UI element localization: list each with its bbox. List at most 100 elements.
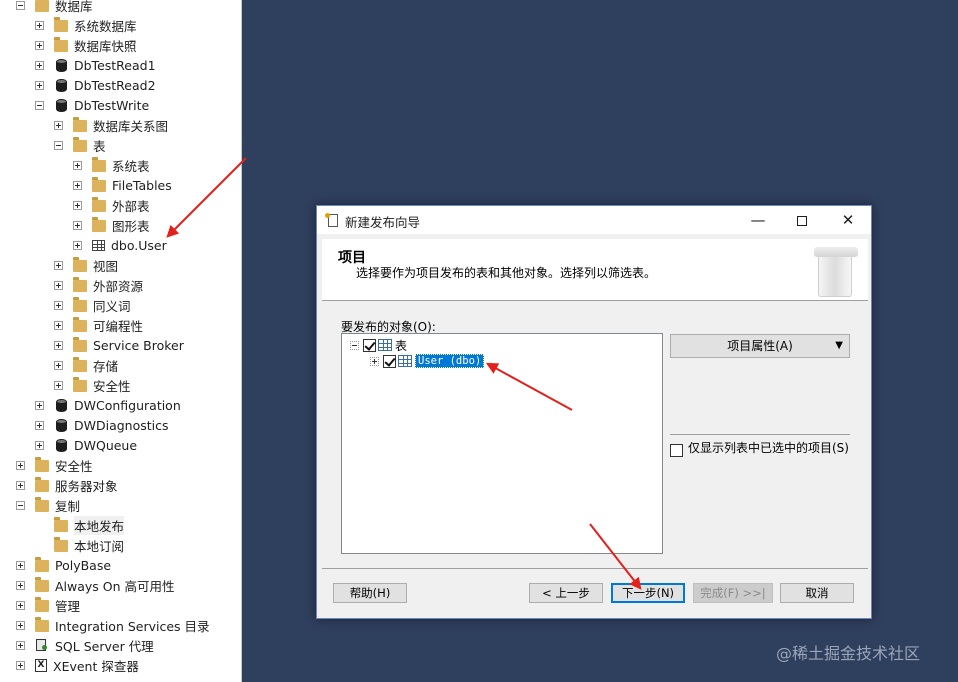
expand-icon[interactable] [370, 356, 379, 366]
publish-checkbox[interactable] [383, 354, 396, 368]
folder-icon [35, 457, 49, 472]
expand-icon[interactable] [16, 620, 25, 630]
tree-node-label: DWQueue [74, 437, 138, 453]
expand-icon[interactable] [54, 360, 63, 370]
article-properties-button[interactable]: 项目属性(A) ▼ [670, 334, 850, 358]
tree-node[interactable]: 表 [54, 135, 106, 155]
tree-node[interactable]: 数据库关系图 [54, 115, 168, 135]
expand-icon[interactable] [54, 380, 63, 390]
tree-node[interactable]: 同义词 [54, 295, 131, 315]
collapse-icon[interactable] [350, 340, 359, 350]
tree-node[interactable]: 复制 [16, 495, 80, 515]
tree-node[interactable]: FileTables [73, 175, 172, 195]
tree-node[interactable]: 系统数据库 [35, 15, 137, 35]
object-tree-node[interactable]: 表 [350, 337, 407, 353]
expand-icon[interactable] [16, 560, 25, 570]
expand-icon[interactable] [35, 60, 44, 70]
tree-node[interactable]: 可编程性 [54, 315, 143, 335]
expand-icon[interactable] [35, 20, 44, 30]
maximize-button[interactable] [779, 206, 825, 234]
tree-node[interactable]: 数据库 [16, 0, 93, 15]
tree-node[interactable]: DbTestRead1 [35, 55, 156, 75]
expand-icon[interactable] [73, 160, 82, 170]
database-icon [56, 398, 67, 412]
expand-icon[interactable] [73, 200, 82, 210]
expand-icon[interactable] [54, 260, 63, 270]
collapse-icon[interactable] [54, 140, 63, 150]
tree-node[interactable]: 安全性 [16, 455, 93, 475]
tree-node[interactable]: 外部资源 [54, 275, 143, 295]
tree-node[interactable]: 服务器对象 [16, 475, 118, 495]
tree-node[interactable]: 外部表 [73, 195, 150, 215]
tree-node[interactable]: 管理 [16, 595, 80, 615]
tree-node[interactable]: DWQueue [35, 435, 137, 455]
cancel-button[interactable]: 取消 [780, 583, 854, 603]
objects-to-publish-tree[interactable]: 表 User (dbo) [341, 333, 663, 554]
expand-icon[interactable] [35, 400, 44, 410]
table-icon [398, 355, 412, 367]
tree-node[interactable]: 存储 [54, 355, 118, 375]
collapse-icon[interactable] [16, 500, 25, 510]
expand-icon[interactable] [35, 40, 44, 50]
folder-icon [73, 257, 87, 272]
tree-node-label: 外部资源 [93, 278, 144, 294]
tree-node[interactable]: 安全性 [54, 375, 131, 395]
expand-icon[interactable] [54, 300, 63, 310]
expand-icon[interactable] [16, 460, 25, 470]
tree-node[interactable]: 本地订阅 [35, 535, 124, 555]
expand-icon[interactable] [73, 220, 82, 230]
folder-icon [73, 337, 87, 352]
collapse-icon[interactable] [35, 100, 44, 110]
tree-node[interactable]: 数据库快照 [35, 35, 137, 55]
folder-icon [73, 117, 87, 132]
expand-icon[interactable] [16, 640, 25, 650]
expand-icon[interactable] [35, 420, 44, 430]
tree-node[interactable]: 本地发布 [35, 515, 125, 535]
help-button[interactable]: 帮助(H) [333, 583, 407, 603]
close-button[interactable]: ✕ [825, 206, 871, 234]
expand-icon[interactable] [35, 80, 44, 90]
expand-icon[interactable] [16, 600, 25, 610]
expand-icon[interactable] [54, 340, 63, 350]
tree-node-label: 数据库关系图 [93, 118, 169, 134]
expand-icon[interactable] [16, 480, 25, 490]
expand-icon[interactable] [73, 180, 82, 190]
tree-node[interactable]: Always On 高可用性 [16, 575, 175, 595]
wizard-icon [325, 213, 339, 227]
tree-node[interactable]: Service Broker [54, 335, 184, 355]
minimize-button[interactable]: — [735, 206, 781, 234]
publish-checkbox[interactable] [363, 338, 376, 352]
only-show-checked-checkbox[interactable] [670, 444, 683, 457]
expand-icon[interactable] [16, 660, 25, 670]
table-icon [378, 339, 392, 351]
tree-node[interactable]: X XEvent 探查器 [16, 655, 139, 675]
expand-icon[interactable] [54, 320, 63, 330]
tree-node[interactable]: dbo.User [73, 235, 167, 255]
finish-button: 完成(F) >>| [693, 583, 773, 603]
database-icon [56, 98, 67, 112]
tree-node[interactable]: DWDiagnostics [35, 415, 169, 435]
folder-icon [92, 177, 106, 192]
tree-node[interactable]: SQL Server 代理 [16, 635, 154, 655]
dialog-titlebar[interactable]: 新建发布向导 — ✕ [317, 206, 871, 234]
expand-icon[interactable] [54, 280, 63, 290]
expand-icon[interactable] [35, 440, 44, 450]
back-button[interactable]: < 上一步 [529, 583, 603, 603]
tree-node[interactable]: DbTestRead2 [35, 75, 156, 95]
expand-icon[interactable] [16, 580, 25, 590]
tree-node[interactable]: Integration Services 目录 [16, 615, 210, 635]
tree-node[interactable]: DWConfiguration [35, 395, 181, 415]
tree-node[interactable]: 图形表 [73, 215, 150, 235]
maximize-icon [797, 215, 807, 226]
tree-node[interactable]: DbTestWrite [35, 95, 149, 115]
tree-node[interactable]: 视图 [54, 255, 118, 275]
expand-icon[interactable] [73, 240, 82, 250]
collapse-icon[interactable] [16, 0, 25, 10]
expand-icon[interactable] [54, 120, 63, 130]
tree-node[interactable]: 系统表 [73, 155, 150, 175]
next-button[interactable]: 下一步(N) [611, 583, 685, 603]
new-publication-wizard-dialog: 新建发布向导 — ✕ 项目 选择要作为项目发布的表和其他对象。选择列以筛选表。 … [316, 205, 872, 619]
tree-node[interactable]: PolyBase [16, 555, 111, 575]
object-tree-node[interactable]: User (dbo) [370, 353, 485, 369]
tree-node-label: 存储 [93, 358, 119, 374]
